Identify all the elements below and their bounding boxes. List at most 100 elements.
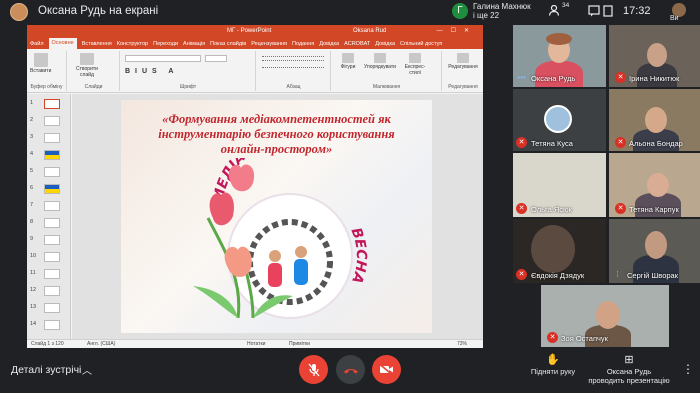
group-drawing: Фігури Упорядкувати Експрес-стилі Малюва…: [332, 51, 442, 91]
participant-name: Оксана Рудь: [531, 74, 576, 83]
tab-view[interactable]: Подання: [292, 41, 314, 47]
chat-icon[interactable]: [588, 5, 600, 20]
present-screen-icon: ⊞: [624, 354, 634, 366]
participant-tile[interactable]: ✕ Зоя Остапчук: [541, 285, 669, 347]
editing-button[interactable]: Редагування: [445, 53, 481, 70]
thumbnail[interactable]: [44, 167, 60, 177]
status-bar: Слайд 1 з 120 Англ. (США) Нотатки Приміт…: [27, 339, 483, 348]
top-bar: Оксана Рудь на екрані Г Галина Махнюк і …: [0, 0, 700, 24]
mediagramotna-vesna-logo: МЕДІАГРАМОТНА ВЕСНА: [193, 158, 369, 319]
participant-name: Тетяна Карпук: [629, 205, 679, 214]
window-title: МГ - PowerPoint: [227, 28, 272, 34]
hand-icon: ✋: [546, 354, 560, 366]
ppt-user: Oksana Rud: [353, 28, 387, 34]
font-size-field[interactable]: [205, 55, 227, 62]
mic-off-icon: ✕: [547, 332, 558, 343]
paragraph-controls[interactable]: [262, 56, 324, 61]
tab-home[interactable]: Основне: [48, 38, 77, 49]
new-slide-button[interactable]: Створити слайд: [74, 53, 100, 78]
participant-name: Зоя Остапчук: [561, 334, 608, 343]
participants-count: 34: [562, 2, 570, 9]
participant-tile[interactable]: ✕ Ольга Ясюк: [513, 153, 606, 217]
participant-tile[interactable]: ••• Оксана Рудь: [513, 25, 606, 87]
camera-toggle-button[interactable]: [372, 355, 401, 384]
tab-help[interactable]: Довідка: [319, 41, 339, 47]
mic-toggle-button[interactable]: [299, 355, 328, 384]
notification-avatar: Г: [452, 3, 468, 19]
thumbnail[interactable]: [44, 303, 60, 313]
presentation-info-button[interactable]: ⊞ Оксана Рудь проводить презентацію: [587, 354, 671, 386]
chevron-up-icon[interactable]: ︿: [82, 362, 92, 377]
align-controls[interactable]: [262, 67, 324, 72]
mic-off-icon: ✕: [516, 203, 527, 214]
participant-tile[interactable]: ✕ Тетяна Куса: [513, 89, 606, 151]
slide-counter: Слайд 1 з 120: [31, 341, 64, 347]
current-slide[interactable]: «Формування медіакомпетентностей як інст…: [121, 100, 432, 333]
speaking-indicator-icon: ⁞: [616, 270, 619, 279]
participant-tile[interactable]: ⁞ Сергій Шворак: [609, 219, 700, 283]
group-font: BIUS A Шрифт: [121, 51, 256, 91]
tab-design[interactable]: Конструктор: [117, 41, 148, 47]
participant-tile[interactable]: ✕ Ірина Никитюк: [609, 25, 700, 87]
tab-acrobat[interactable]: ACROBAT: [344, 41, 370, 47]
tab-insert[interactable]: Вставлення: [82, 41, 112, 47]
font-format-buttons[interactable]: BIUS A: [125, 68, 178, 75]
more-options-icon[interactable]: ⋮: [682, 362, 694, 376]
participant-name: Сергій Шворак: [627, 271, 679, 280]
thumbnail[interactable]: [44, 133, 60, 143]
slide-title: «Формування медіакомпетентностей як інст…: [158, 112, 395, 156]
tab-file[interactable]: Файл: [30, 41, 44, 47]
quick-styles-button[interactable]: Експрес-стилі: [400, 53, 430, 76]
participant-tile[interactable]: ✕ Тетяна Карпук: [609, 153, 700, 217]
thumbnail[interactable]: [44, 116, 60, 126]
thumbnail[interactable]: [44, 218, 60, 228]
participant-name: Тетяна Куса: [531, 139, 573, 148]
mic-off-icon: ✕: [615, 203, 626, 214]
participant-name: Альона Бондар: [629, 139, 683, 148]
raise-hand-button[interactable]: ✋ Підняти руку: [523, 354, 583, 377]
font-name-field[interactable]: [125, 55, 201, 62]
paste-button[interactable]: Вставити: [30, 53, 51, 74]
participant-tile[interactable]: ✕ Євдокія Дзядук: [513, 219, 606, 283]
tab-animations[interactable]: Анімація: [183, 41, 205, 47]
notification-name: Галина Махнюк: [473, 2, 531, 11]
share-button[interactable]: Спільний доступ: [400, 41, 442, 47]
ribbon-tabs: Файл Основне Вставлення Конструктор Пере…: [27, 38, 483, 49]
mic-off-icon: [308, 363, 319, 377]
thumbnail[interactable]: [44, 150, 60, 160]
camera-off-icon: [379, 364, 393, 376]
slide-editor: «Формування медіакомпетентностей як інст…: [72, 94, 483, 339]
thumbnail[interactable]: [44, 99, 60, 109]
tab-slideshow[interactable]: Показ слайдів: [210, 41, 246, 47]
thumbnail[interactable]: [44, 320, 60, 330]
mic-off-icon: ✕: [615, 72, 626, 83]
thumbnail[interactable]: [44, 269, 60, 279]
thumbnail[interactable]: [44, 201, 60, 211]
people-icon[interactable]: [549, 4, 563, 19]
mic-off-icon: ✕: [516, 137, 527, 148]
hang-up-icon: [343, 368, 358, 374]
join-notification[interactable]: Г Галина Махнюк і ще 22: [452, 2, 531, 20]
comments-button[interactable]: Примітки: [289, 341, 310, 347]
slide-thumbnails[interactable]: 1 2 3 4 5 6 7 8 9 10 11 12 13 14: [27, 94, 71, 339]
thumbnail[interactable]: [44, 286, 60, 296]
zoom-level[interactable]: 73%: [457, 341, 467, 347]
group-slides: Створити слайд Слайди: [68, 51, 120, 91]
notes-button[interactable]: Нотатки: [247, 341, 265, 347]
tab-tell-me[interactable]: Довідка: [375, 41, 395, 47]
activities-icon[interactable]: [603, 5, 613, 20]
presenter-avatar: [10, 3, 28, 21]
group-paragraph: Абзац: [257, 51, 331, 91]
tab-transitions[interactable]: Переходи: [153, 41, 178, 47]
end-call-button[interactable]: [336, 355, 365, 384]
thumbnail[interactable]: [44, 184, 60, 194]
tab-review[interactable]: Рецензування: [251, 41, 287, 47]
speaking-indicator-icon: •••: [517, 73, 526, 82]
participant-tile[interactable]: ✕ Альона Бондар: [609, 89, 700, 151]
shapes-button[interactable]: Фігури: [336, 53, 360, 70]
thumbnail[interactable]: [44, 252, 60, 262]
meeting-details-button[interactable]: Деталі зустрічі: [11, 364, 81, 376]
arrange-button[interactable]: Упорядкувати: [362, 53, 398, 70]
powerpoint-titlebar: МГ - PowerPoint Oksana Rud —☐✕: [27, 25, 483, 38]
thumbnail[interactable]: [44, 235, 60, 245]
